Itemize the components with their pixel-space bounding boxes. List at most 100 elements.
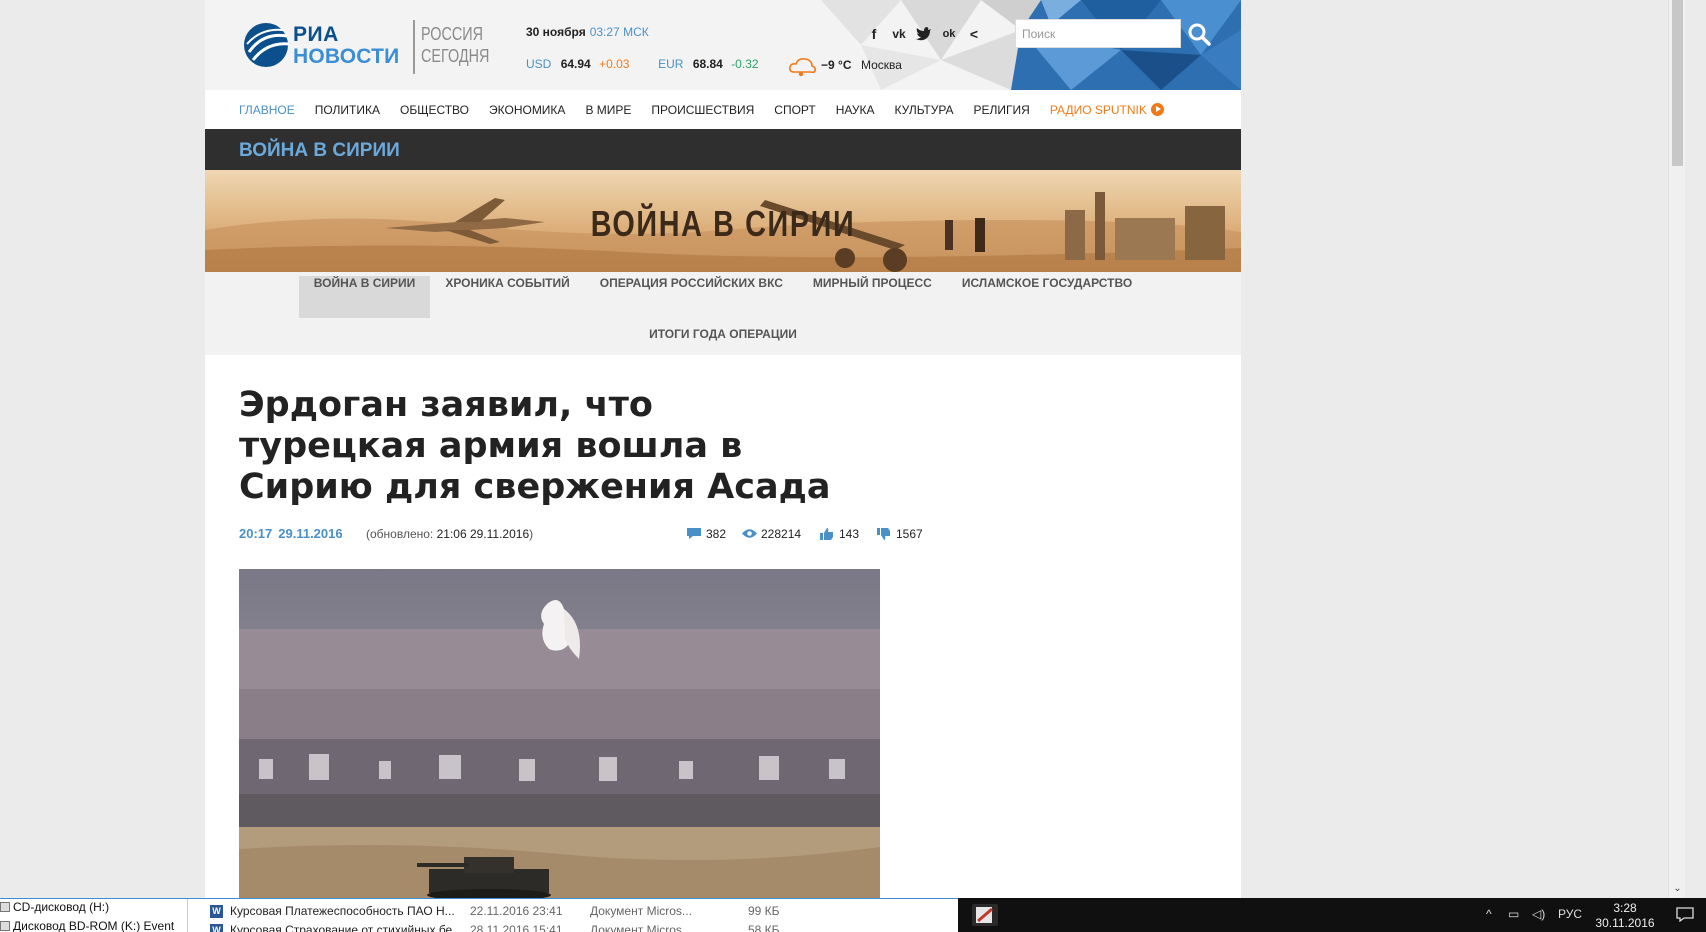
eur-change: -0.32 (731, 57, 759, 71)
facebook-icon[interactable]: f (865, 24, 883, 44)
updated-prefix: (обновлено: (366, 527, 437, 541)
nav-item-politics[interactable]: ПОЛИТИКА (315, 103, 380, 117)
play-icon (1150, 102, 1164, 116)
file-date: 22.11.2016 23:41 (470, 904, 563, 918)
nav-item-culture[interactable]: КУЛЬТУРА (894, 103, 953, 117)
subnav-item-chronicle[interactable]: ХРОНИКА СОБЫТИЙ (430, 276, 584, 318)
drive-bd[interactable]: Дисковод BD-ROM (K:) Event (0, 919, 174, 932)
logo-segodnya-text: СЕГОДНЯ (421, 46, 490, 66)
odnoklassniki-icon[interactable]: ok (940, 24, 958, 44)
file-type: Документ Micros... (590, 923, 692, 932)
main-nav: ГЛАВНОЕ ПОЛИТИКА ОБЩЕСТВО ЭКОНОМИКА В МИ… (205, 90, 1241, 129)
twitter-icon[interactable] (915, 24, 933, 44)
scroll-down-icon[interactable]: ⌄ (1669, 882, 1686, 896)
section-title[interactable]: ВОЙНА В СИРИИ (239, 140, 400, 162)
nav-item-sport[interactable]: СПОРТ (774, 103, 815, 117)
nav-item-world[interactable]: В МИРЕ (585, 103, 631, 117)
current-time: 03:27 МСК (589, 25, 649, 39)
cloud-sun-icon (789, 58, 816, 77)
word-doc-icon: W (210, 905, 223, 918)
word-doc-icon: W (210, 924, 223, 932)
updated-suffix: ) (529, 527, 534, 541)
logo-rossiya-text: РОССИЯ (421, 24, 484, 44)
article-photo[interactable] (239, 569, 880, 898)
globe-logo-icon (244, 23, 289, 67)
eur-value: 68.84 (692, 57, 723, 71)
language-indicator[interactable]: РУС (1558, 907, 1582, 921)
subnav-item-year-results[interactable]: ИТОГИ ГОДА ОПЕРАЦИИ (634, 314, 812, 355)
tray-expand-icon[interactable]: ^ (1486, 907, 1492, 921)
drive-icon (0, 902, 10, 912)
thumbs-up-icon (820, 528, 833, 540)
file-name: Курсовая Платежеспособность ПАО Н... (230, 904, 455, 918)
search-input[interactable] (1015, 19, 1181, 48)
nav-item-main[interactable]: ГЛАВНОЕ (239, 103, 295, 117)
taskbar-app-button[interactable] (972, 904, 998, 926)
browser-page: РИА НОВОСТИ РОССИЯ СЕГОДНЯ 30 ноября 03:2… (205, 0, 1241, 898)
file-date: 28.11.2016 15:41 (470, 923, 563, 932)
publish-date[interactable]: 29.11.2016 (278, 526, 342, 541)
section-header: ВОЙНА В СИРИИ (205, 129, 1241, 170)
weather-temp: −9 °C (821, 58, 852, 72)
comments-value: 382 (706, 527, 727, 541)
views-value: 228214 (761, 527, 802, 541)
subnav-item-peace-process[interactable]: МИРНЫЙ ПРОЦЕСС (798, 276, 947, 318)
pane-divider (187, 899, 188, 932)
logo-ria-text: РИА (293, 23, 339, 46)
file-type: Документ Micros... (590, 904, 692, 918)
notification-icon[interactable] (1676, 907, 1694, 922)
eye-icon (742, 529, 757, 538)
radio-sputnik-label: РАДИО SPUTNIK (1049, 102, 1147, 117)
clock-date: 30.11.2016 (1595, 916, 1655, 930)
app-icon (976, 907, 993, 923)
taskbar-clock[interactable]: 3:28 30.11.2016 (1588, 901, 1662, 931)
likes-value: 143 (839, 527, 860, 541)
subnav-item-islamic-state[interactable]: ИСЛАМСКОЕ ГОСУДАРСТВО (947, 276, 1147, 318)
usd-change: +0.03 (599, 57, 630, 71)
updated-value: 21:06 29.11.2016 (436, 527, 530, 541)
windows-taskbar: ^ ▭ ◁) РУС 3:28 30.11.2016 (958, 898, 1706, 932)
weather-city: Москва (861, 58, 902, 72)
subnav-item-vks-operation[interactable]: ОПЕРАЦИЯ РОССИЙСКИХ ВКС (585, 276, 798, 318)
file-size: 99 КБ (748, 904, 780, 918)
logo-divider (413, 20, 415, 74)
file-name: Курсовая Страхование от стихийных бе... (230, 923, 463, 932)
drive-cd[interactable]: CD-дисковод (H:) (0, 900, 109, 914)
date-time: 30 ноября 03:27 МСК (526, 25, 649, 39)
drive-cd-label: CD-дисковод (H:) (13, 900, 110, 914)
logo-novosti-text: НОВОСТИ (293, 45, 400, 68)
currency-rates[interactable]: USD 64.94 +0.03 EUR 68.84 -0.32 (526, 57, 761, 71)
nav-item-society[interactable]: ОБЩЕСТВО (400, 103, 469, 117)
updated-info: (обновлено: 21:06 29.11.2016) (366, 527, 533, 541)
eur-label: EUR (658, 57, 684, 71)
publish-time: 20:17 (239, 526, 273, 541)
vk-icon[interactable]: vk (890, 24, 908, 44)
file-size: 58 КБ (748, 923, 780, 932)
share-icon[interactable]: < (965, 24, 983, 44)
nav-item-science[interactable]: НАУКА (836, 103, 875, 117)
clock-time: 3:28 (1613, 901, 1637, 915)
drive-icon (0, 921, 10, 931)
ria-logo[interactable]: РИА НОВОСТИ РОССИЯ СЕГОДНЯ (243, 20, 489, 74)
file-explorer: CD-дисковод (H:) Дисковод BD-ROM (K:) Ev… (0, 898, 958, 932)
scroll-thumb[interactable] (1672, 0, 1683, 166)
file-row[interactable]: W Курсовая Страхование от стихийных бе..… (210, 922, 958, 932)
article-headline: Эрдоган заявил, что турецкая армия вошла… (239, 385, 831, 507)
usd-label: USD (526, 57, 552, 71)
subnav-item-war-in-syria[interactable]: ВОЙНА В СИРИИ (298, 276, 431, 318)
page-scrollbar[interactable]: ▲ ⌄ (1668, 0, 1685, 898)
nav-item-radio-sputnik[interactable]: РАДИО SPUTNIK (1049, 102, 1164, 117)
search-icon[interactable] (1185, 20, 1213, 48)
thumbs-down-icon (877, 528, 890, 540)
usd-value: 64.94 (560, 57, 591, 71)
nav-item-economy[interactable]: ЭКОНОМИКА (489, 103, 565, 117)
network-icon[interactable]: ▭ (1508, 907, 1519, 921)
drive-bd-label: Дисковод BD-ROM (K:) Event (13, 919, 175, 932)
current-date: 30 ноября (526, 25, 586, 39)
nav-item-incidents[interactable]: ПРОИСШЕСТВИЯ (651, 103, 754, 117)
file-row[interactable]: W Курсовая Платежеспособность ПАО Н... 2… (210, 903, 958, 919)
nav-item-religion[interactable]: РЕЛИГИЯ (974, 103, 1030, 117)
volume-icon[interactable]: ◁) (1532, 907, 1545, 921)
dislikes-value: 1567 (896, 527, 923, 541)
banner-title: ВОЙНА В СИРИИ (590, 203, 856, 244)
